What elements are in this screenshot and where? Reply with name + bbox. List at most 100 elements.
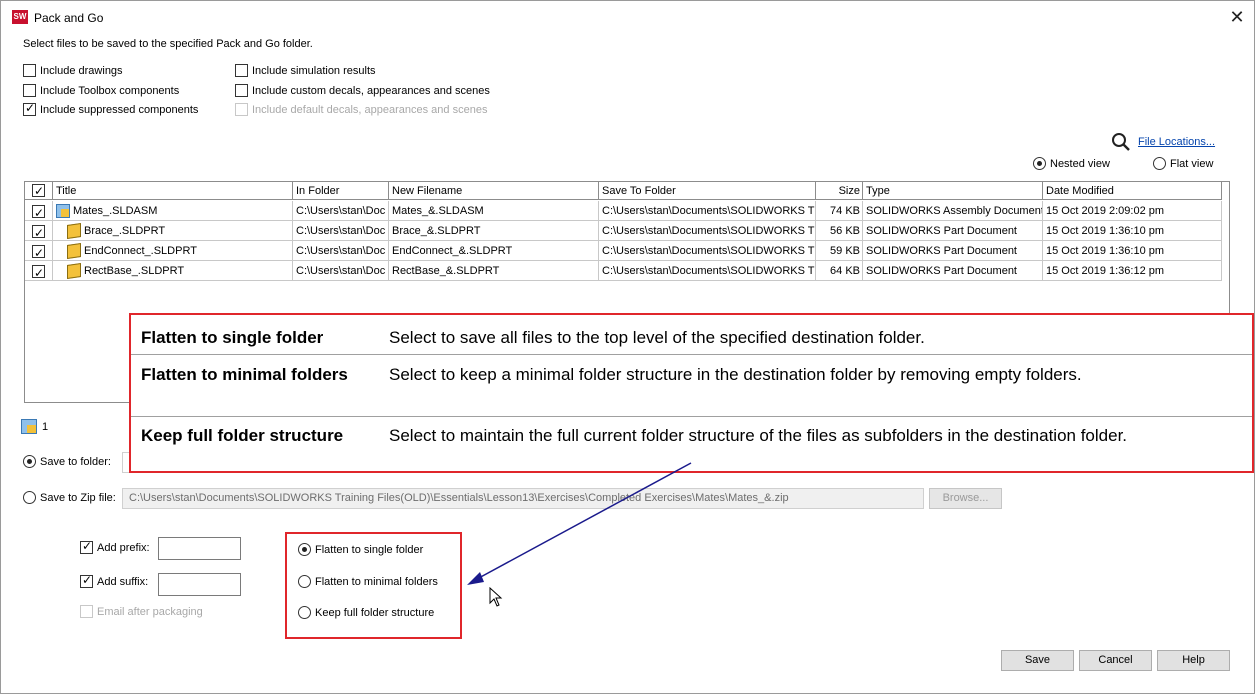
table-row[interactable]: Brace_.SLDPRT C:\Users\stan\Doc Brace_&.… [25, 221, 1222, 241]
cell-save-to-folder[interactable]: C:\Users\stan\Documents\SOLIDWORKS T [599, 201, 816, 221]
cell-size: 59 KB [816, 241, 863, 261]
title-bar: SW Pack and Go ✕ [1, 1, 1254, 33]
cancel-button[interactable]: Cancel [1079, 650, 1152, 671]
browse-button: Browse... [929, 488, 1002, 509]
row-checkbox-cell[interactable] [25, 201, 53, 221]
include-custom-decals-checkbox[interactable]: Include custom decals, appearances and s… [235, 84, 490, 97]
cell-type: SOLIDWORKS Assembly Document [863, 201, 1043, 221]
table-row[interactable]: Mates_.SLDASM C:\Users\stan\Doc Mates_&.… [25, 201, 1222, 221]
row-checkbox[interactable] [32, 223, 45, 241]
column-header-save-to-folder[interactable]: Save To Folder [599, 182, 816, 200]
prefix-input[interactable] [158, 537, 241, 560]
callout-row: Keep full folder structure Select to mai… [131, 417, 1252, 471]
checkbox-box [80, 605, 93, 618]
row-checkbox-cell[interactable] [25, 221, 53, 241]
radio-dot[interactable] [1033, 157, 1046, 170]
checkbox-box[interactable] [80, 539, 93, 554]
save-button[interactable]: Save [1001, 650, 1074, 671]
callout-description: Select to save all files to the top leve… [389, 328, 925, 347]
include-toolbox-label: Include Toolbox components [40, 84, 180, 97]
cell-type: SOLIDWORKS Part Document [863, 221, 1043, 241]
keep-full-radio[interactable]: Keep full folder structure [298, 606, 434, 619]
search-icon[interactable] [1111, 132, 1131, 152]
flatten-minimal-radio[interactable]: Flatten to minimal folders [298, 575, 438, 588]
cell-save-to-folder[interactable]: C:\Users\stan\Documents\SOLIDWORKS T [599, 221, 816, 241]
file-locations-link[interactable]: File Locations... [1138, 136, 1215, 148]
row-checkbox[interactable] [32, 243, 45, 261]
cell-date: 15 Oct 2019 1:36:10 pm [1043, 221, 1222, 241]
column-header-date-modified[interactable]: Date Modified [1043, 182, 1222, 200]
add-prefix-label: Add prefix: [97, 541, 150, 554]
column-header-in-folder[interactable]: In Folder [293, 182, 389, 200]
include-toolbox-checkbox[interactable]: Include Toolbox components [23, 84, 179, 97]
select-all-checkbox[interactable] [32, 182, 45, 200]
column-header-title[interactable]: Title [53, 182, 293, 200]
checkbox-box[interactable] [80, 573, 93, 588]
options-callout: Flatten to single folder Select to save … [129, 313, 1254, 473]
checkbox-box[interactable] [23, 84, 36, 97]
callout-row: Flatten to minimal folders Select to kee… [131, 355, 1252, 417]
include-simulation-checkbox[interactable]: Include simulation results [235, 64, 376, 77]
callout-description: Select to keep a minimal folder structur… [389, 365, 1082, 384]
include-default-decals-label: Include default decals, appearances and … [252, 103, 488, 116]
radio-dot[interactable] [23, 491, 36, 504]
part-icon [67, 263, 81, 280]
email-after-packaging-label: Email after packaging [97, 605, 203, 618]
cell-new-filename[interactable]: Mates_&.SLDASM [389, 201, 599, 221]
column-header-new-filename[interactable]: New Filename [389, 182, 599, 200]
title-text: Brace_.SLDPRT [84, 225, 166, 237]
cell-title: RectBase_.SLDPRT [53, 261, 293, 281]
select-all-checkbox-cell[interactable] [25, 182, 53, 200]
save-to-zip-radio[interactable]: Save to Zip file: [23, 491, 116, 504]
flat-view-radio[interactable]: Flat view [1153, 157, 1213, 170]
assembly-icon [56, 204, 70, 219]
add-suffix-checkbox[interactable]: Add suffix: [80, 573, 148, 588]
radio-dot[interactable] [298, 543, 311, 556]
callout-term: Keep full folder structure [141, 426, 344, 445]
instructions-text: Select files to be saved to the specifie… [23, 38, 313, 50]
row-checkbox[interactable] [32, 203, 45, 221]
window-title: Pack and Go [34, 11, 104, 25]
radio-dot[interactable] [298, 606, 311, 619]
include-drawings-checkbox[interactable]: Include drawings [23, 64, 123, 77]
cell-new-filename[interactable]: Brace_&.SLDPRT [389, 221, 599, 241]
checkbox-box[interactable] [235, 84, 248, 97]
column-header-type[interactable]: Type [863, 182, 1043, 200]
column-header-size[interactable]: Size [816, 182, 863, 200]
radio-dot[interactable] [298, 575, 311, 588]
cell-size: 64 KB [816, 261, 863, 281]
save-to-folder-label: Save to folder: [40, 455, 111, 468]
radio-dot[interactable] [23, 455, 36, 468]
cell-new-filename[interactable]: RectBase_&.SLDPRT [389, 261, 599, 281]
table-row[interactable]: RectBase_.SLDPRT C:\Users\stan\Doc RectB… [25, 261, 1222, 281]
callout-description: Select to maintain the full current fold… [389, 426, 1128, 445]
save-to-zip-label: Save to Zip file: [40, 491, 116, 504]
table-row[interactable]: EndConnect_.SLDPRT C:\Users\stan\Doc End… [25, 241, 1222, 261]
row-checkbox-cell[interactable] [25, 241, 53, 261]
solidworks-app-icon: SW [12, 10, 28, 24]
row-checkbox[interactable] [32, 263, 45, 281]
help-button[interactable]: Help [1157, 650, 1230, 671]
checkbox-box[interactable] [23, 101, 36, 116]
add-prefix-checkbox[interactable]: Add prefix: [80, 539, 150, 554]
radio-dot[interactable] [1153, 157, 1166, 170]
checkbox-box[interactable] [235, 64, 248, 77]
title-text: RectBase_.SLDPRT [84, 265, 185, 277]
row-checkbox-cell[interactable] [25, 261, 53, 281]
pack-and-go-dialog: SW Pack and Go ✕ Select files to be save… [0, 0, 1255, 694]
flatten-single-label: Flatten to single folder [315, 543, 424, 556]
nested-view-radio[interactable]: Nested view [1033, 157, 1110, 170]
cell-save-to-folder[interactable]: C:\Users\stan\Documents\SOLIDWORKS T [599, 241, 816, 261]
cell-save-to-folder[interactable]: C:\Users\stan\Documents\SOLIDWORKS T [599, 261, 816, 281]
save-to-folder-radio[interactable]: Save to folder: [23, 455, 111, 468]
include-simulation-label: Include simulation results [252, 64, 376, 77]
checkbox-box[interactable] [23, 64, 36, 77]
close-icon[interactable]: ✕ [1227, 7, 1247, 27]
suffix-input[interactable] [158, 573, 241, 596]
zip-path-input[interactable]: C:\Users\stan\Documents\SOLIDWORKS Train… [122, 488, 924, 509]
email-after-packaging-checkbox: Email after packaging [80, 605, 203, 618]
cell-date: 15 Oct 2019 2:09:02 pm [1043, 201, 1222, 221]
cell-new-filename[interactable]: EndConnect_&.SLDPRT [389, 241, 599, 261]
include-suppressed-checkbox[interactable]: Include suppressed components [23, 101, 198, 116]
flatten-single-radio[interactable]: Flatten to single folder [298, 543, 423, 556]
